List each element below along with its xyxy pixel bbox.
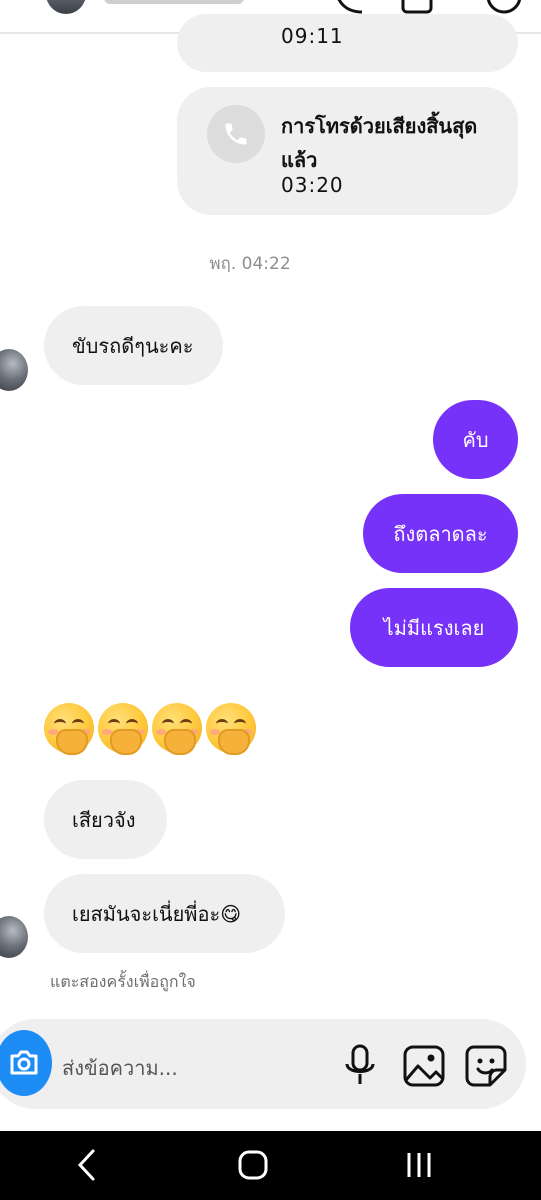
gallery-icon[interactable] — [402, 1044, 446, 1088]
hand-over-mouth-emoji-icon — [98, 703, 148, 755]
hand-over-mouth-emoji-icon — [152, 703, 202, 755]
system-navigation-bar — [0, 1131, 541, 1200]
call-ended-title: การโทรด้วยเสียงสิ้นสุดแล้ว — [281, 114, 478, 172]
message-text: ไม่มีแรงเลย — [383, 615, 485, 640]
message-input[interactable] — [60, 1050, 334, 1086]
received-message[interactable]: ขับรถดีๆนะคะ — [44, 306, 223, 385]
sticker-icon[interactable] — [464, 1044, 508, 1088]
home-button[interactable] — [228, 1145, 278, 1185]
emoji-message[interactable] — [44, 703, 256, 755]
previous-call-duration: 09:11 — [281, 24, 344, 48]
recents-button[interactable] — [394, 1145, 444, 1185]
received-message[interactable]: เยสมันจะเนี่ยพี่อะ😋 — [44, 874, 285, 953]
sender-avatar[interactable] — [0, 349, 28, 391]
sent-message[interactable]: ไม่มีแรงเลย — [350, 588, 518, 667]
received-message[interactable]: เสียวจัง — [44, 780, 167, 859]
back-button[interactable] — [62, 1145, 112, 1185]
recents-icon — [407, 1153, 431, 1177]
hand-over-mouth-emoji-icon — [206, 703, 256, 755]
hand-over-mouth-emoji-icon — [44, 703, 94, 755]
sent-message[interactable]: คับ — [433, 400, 518, 479]
voice-call-ended-card[interactable]: การโทรด้วยเสียงสิ้นสุดแล้ว 03:20 — [177, 87, 518, 215]
message-text: เสียวจัง — [72, 807, 136, 832]
message-text: คับ — [462, 427, 489, 452]
message-text: เยสมันจะเนี่ยพี่อะ😋 — [72, 901, 242, 926]
microphone-icon[interactable] — [342, 1044, 378, 1088]
message-timestamp: พฤ. 04:22 — [209, 254, 291, 274]
message-text: ขับรถดีๆนะคะ — [72, 333, 194, 358]
home-icon — [238, 1150, 268, 1180]
call-duration: 03:20 — [281, 173, 344, 197]
double-tap-hint: แตะสองครั้งเพื่อถูกใจ — [50, 972, 196, 991]
sent-message[interactable]: ถึงตลาดละ — [363, 494, 518, 573]
sender-avatar[interactable] — [0, 916, 28, 958]
contact-avatar[interactable] — [46, 0, 86, 14]
message-text: ถึงตลาดละ — [393, 521, 488, 546]
phone-icon — [207, 105, 265, 163]
camera-icon — [10, 1050, 38, 1075]
contact-name[interactable] — [104, 0, 244, 4]
back-icon — [77, 1149, 95, 1181]
previous-call-card[interactable]: 09:11 — [177, 14, 518, 72]
